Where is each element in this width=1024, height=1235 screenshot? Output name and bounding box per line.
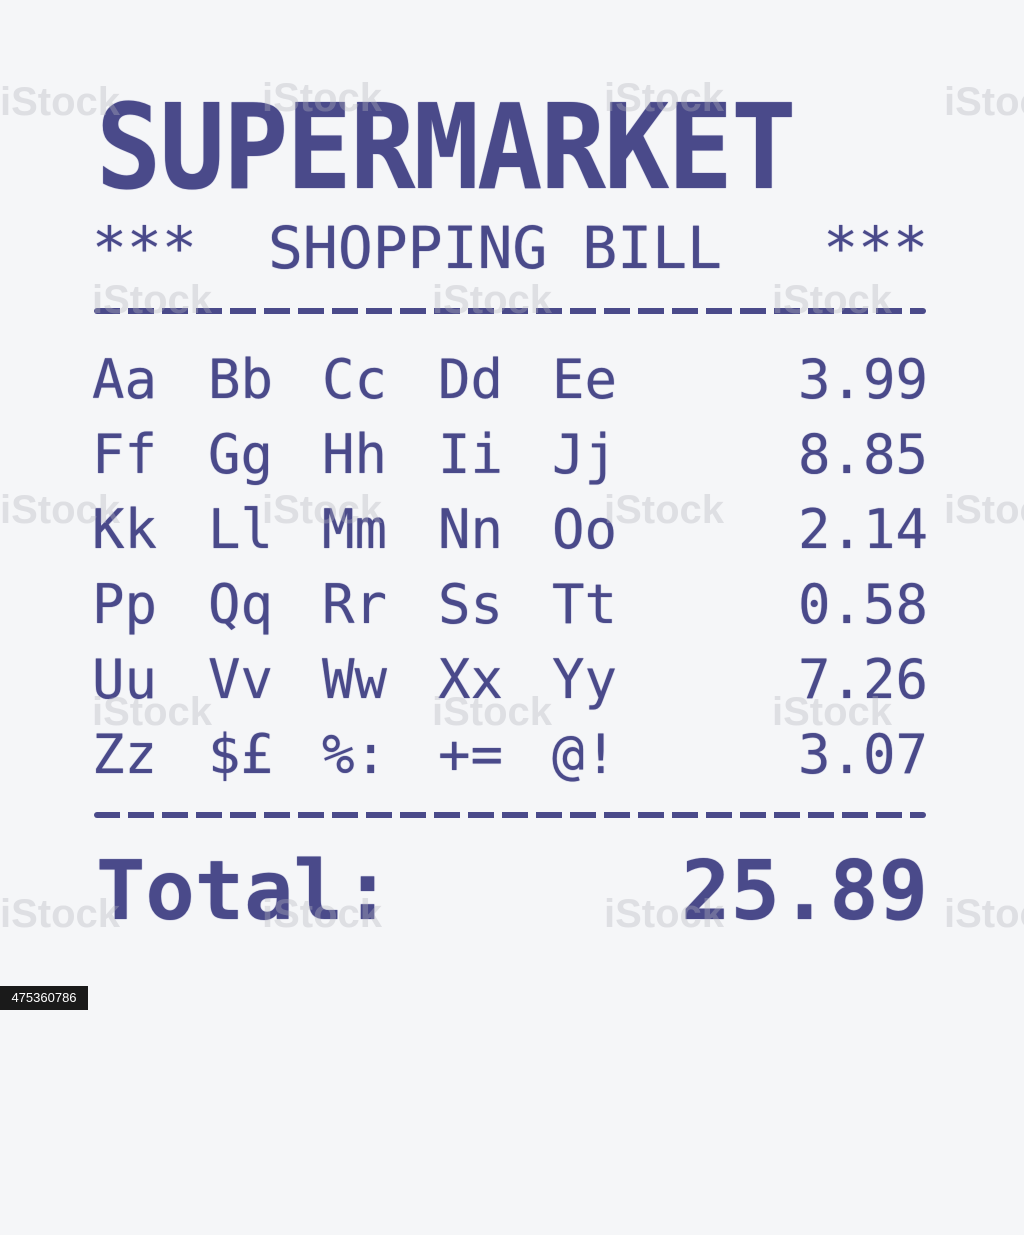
item-char-pair: Pp <box>92 573 158 636</box>
watermark: iStock <box>944 80 1024 124</box>
item-char-pair: Tt <box>552 573 618 636</box>
watermark: iStock <box>944 488 1024 532</box>
list-item: Uu Vv Ww Xx Yy 7.26 <box>92 648 928 723</box>
item-char-pair: Cc <box>322 348 388 411</box>
item-char-pair: Yy <box>552 648 618 711</box>
list-item: Zz $£ %: += @! 3.07 <box>92 723 928 798</box>
item-char-pair: Jj <box>552 423 618 486</box>
item-char-pair: Ll <box>208 498 274 561</box>
receipt-title: SUPERMARKET <box>96 78 797 216</box>
watermark: iStock <box>432 278 553 322</box>
item-char-pair: Ff <box>92 423 158 486</box>
top-dashed-divider <box>94 308 926 314</box>
watermark: iStock <box>944 892 1024 936</box>
list-item: Ff Gg Hh Ii Jj 8.85 <box>92 423 928 498</box>
item-price: 7.26 <box>797 648 928 711</box>
item-char-pair: Gg <box>208 423 274 486</box>
subtitle-stars-left: *** <box>92 214 197 282</box>
item-char-pair: Rr <box>322 573 388 636</box>
item-char-pair: %: <box>322 723 388 786</box>
item-char-pair: Zz <box>92 723 158 786</box>
receipt-subtitle: SHOPPING BILL <box>268 214 722 282</box>
item-char-pair: Dd <box>438 348 504 411</box>
list-item: Pp Qq Rr Ss Tt 0.58 <box>92 573 928 648</box>
item-char-pair: Mm <box>322 498 388 561</box>
item-char-pair: Nn <box>438 498 504 561</box>
item-char-pair: Ss <box>438 573 504 636</box>
item-price: 3.07 <box>797 723 928 786</box>
item-char-pair: Qq <box>208 573 274 636</box>
item-char-pair: Ee <box>552 348 618 411</box>
item-char-pair: $£ <box>208 723 274 786</box>
item-char-pair: Ii <box>438 423 504 486</box>
item-char-pair: @! <box>552 723 618 786</box>
watermark: iStock <box>772 278 893 322</box>
watermark: iStock <box>92 278 213 322</box>
item-list: Aa Bb Cc Dd Ee 3.99 Ff Gg Hh Ii Jj 8.85 … <box>92 348 928 798</box>
item-price: 8.85 <box>797 423 928 486</box>
item-char-pair: Bb <box>208 348 274 411</box>
total-label: Total: <box>96 844 393 939</box>
list-item: Aa Bb Cc Dd Ee 3.99 <box>92 348 928 423</box>
bottom-dashed-divider <box>94 812 926 818</box>
item-char-pair: Oo <box>552 498 618 561</box>
item-price: 3.99 <box>797 348 928 411</box>
image-id-label: 475360786 <box>0 986 88 1010</box>
item-char-pair: Ww <box>322 648 388 711</box>
item-char-pair: Vv <box>208 648 274 711</box>
subtitle-stars-right: *** <box>823 214 928 282</box>
total-value: 25.89 <box>681 844 928 939</box>
item-price: 2.14 <box>797 498 928 561</box>
item-char-pair: Hh <box>322 423 388 486</box>
item-price: 0.58 <box>797 573 928 636</box>
list-item: Kk Ll Mm Nn Oo 2.14 <box>92 498 928 573</box>
item-char-pair: Xx <box>438 648 504 711</box>
item-char-pair: Kk <box>92 498 158 561</box>
item-char-pair: Aa <box>92 348 158 411</box>
item-char-pair: Uu <box>92 648 158 711</box>
item-char-pair: += <box>438 723 504 786</box>
